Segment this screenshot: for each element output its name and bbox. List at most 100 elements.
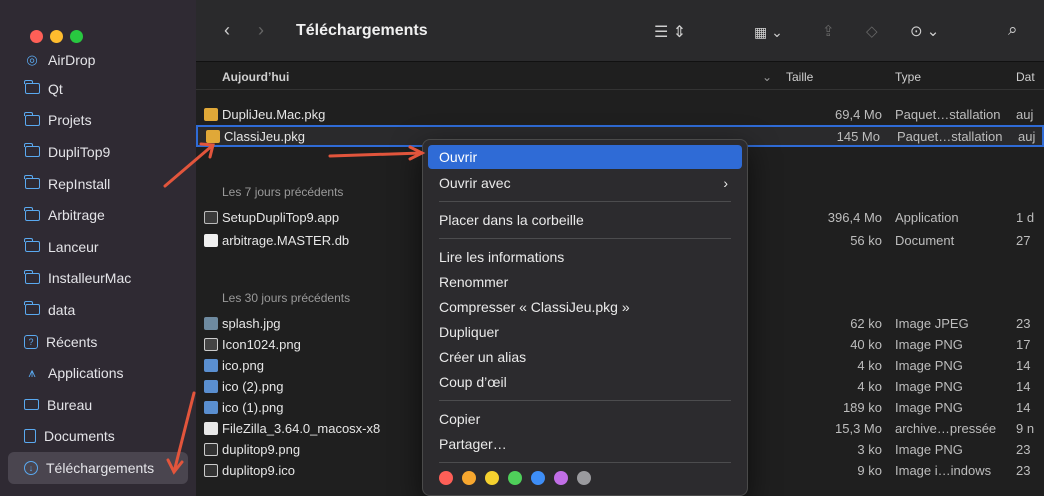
package-icon [204, 107, 218, 121]
folder-icon [24, 238, 40, 254]
file-size: 3 ko [857, 441, 882, 457]
menu-item-open-with[interactable]: Ouvrir avec › [428, 171, 742, 195]
sidebar-item-airdrop[interactable]: ◎ AirDrop [0, 47, 196, 73]
folder-icon [24, 301, 40, 317]
window-title: Téléchargements [296, 22, 428, 39]
menu-separator [439, 400, 731, 401]
menu-item-duplicate[interactable]: Dupliquer [428, 320, 742, 344]
file-name: duplitop9.ico [222, 462, 295, 478]
column-type[interactable]: Type [895, 70, 921, 84]
chevron-right-icon: › [723, 175, 728, 191]
tag-icon[interactable]: ◇ [866, 22, 878, 40]
menu-separator [439, 462, 731, 463]
menu-item-label: Coup d’œil [439, 374, 507, 390]
menu-item-alias[interactable]: Créer un alias [428, 345, 742, 369]
document-icon [204, 233, 218, 247]
tag-purple[interactable] [554, 471, 568, 485]
file-name: FileZilla_3.64.0_macosx-x8 [222, 420, 381, 436]
menu-item-label: Créer un alias [439, 349, 527, 365]
sidebar-item-installeurmac[interactable]: InstalleurMac [0, 263, 196, 295]
close-button[interactable] [30, 30, 43, 43]
menu-item-label: Renommer [439, 274, 509, 290]
file-name: splash.jpg [222, 315, 281, 331]
menu-item-info[interactable]: Lire les informations [428, 245, 742, 269]
desktop-icon [24, 399, 39, 411]
sidebar-item-arbitrage[interactable]: Arbitrage [0, 199, 196, 231]
menu-separator [439, 201, 731, 202]
file-size: 9 ko [857, 462, 882, 478]
file-size: 4 ko [857, 357, 882, 373]
file-type: Image PNG [895, 336, 963, 352]
folder-icon [24, 111, 40, 127]
tag-green[interactable] [508, 471, 522, 485]
window-controls [30, 30, 83, 43]
tag-yellow[interactable] [485, 471, 499, 485]
download-icon: ↓ [24, 460, 38, 475]
tag-gray[interactable] [577, 471, 591, 485]
file-date: 27 [1016, 232, 1031, 248]
sidebar-item-recents[interactable]: ? Récents [0, 326, 196, 358]
column-date[interactable]: Dat [1016, 70, 1035, 84]
context-menu: Ouvrir Ouvrir avec › Placer dans la corbe… [422, 139, 748, 496]
file-type: archive…pressée [895, 420, 997, 436]
sort-chevron-icon[interactable]: ⌄ [762, 70, 772, 84]
menu-item-share[interactable]: Partager… [428, 432, 742, 456]
file-size: 396,4 Mo [827, 209, 882, 225]
sidebar-item-telechargements[interactable]: ↓ Téléchargements [8, 452, 188, 484]
sidebar-item-data[interactable]: data [0, 294, 196, 326]
file-type: Paquet…stallation [895, 106, 1001, 122]
file-name: Icon1024.png [222, 336, 301, 352]
menu-item-rename[interactable]: Renommer [428, 270, 742, 294]
file-date: 9 n [1016, 420, 1035, 436]
sidebar-item-label: data [48, 301, 76, 318]
menu-item-label: Partager… [439, 436, 507, 452]
menu-item-compress[interactable]: Compresser « ClassiJeu.pkg » [428, 295, 742, 319]
zoom-button[interactable] [70, 30, 83, 43]
menu-item-trash[interactable]: Placer dans la corbeille [428, 208, 742, 232]
menu-item-label: Dupliquer [439, 324, 499, 340]
forward-chevron-icon[interactable]: › [258, 20, 264, 41]
tag-orange[interactable] [462, 471, 476, 485]
more-actions-icon[interactable]: ⊙ ⌄ [910, 22, 939, 40]
sidebar-item-lanceur[interactable]: Lanceur [0, 231, 196, 263]
column-size[interactable]: Taille [786, 70, 813, 84]
menu-separator [439, 238, 731, 239]
table-row[interactable]: DupliJeu.Mac.pkg 69,4 Mo Paquet…stallati… [196, 104, 1044, 124]
image-icon [204, 442, 218, 456]
sidebar-item-label: Applications [48, 365, 124, 382]
sidebar-item-qt[interactable]: Qt [0, 73, 196, 105]
file-name: SetupDupliTop9.app [222, 209, 340, 225]
file-name: ico.png [222, 357, 264, 373]
sidebar-item-projets[interactable]: Projets [0, 105, 196, 137]
search-icon[interactable]: ⌕ [1008, 20, 1018, 40]
back-chevron-icon[interactable]: ‹ [224, 20, 230, 41]
finder-window: ◎ AirDrop Qt Projets DupliTop9 RepInstal… [0, 0, 1044, 496]
column-name[interactable]: Aujourd’hui [222, 70, 289, 84]
menu-item-open[interactable]: Ouvrir [428, 145, 742, 169]
tag-blue[interactable] [531, 471, 545, 485]
app-icon [204, 210, 218, 224]
file-size: 62 ko [850, 315, 882, 331]
menu-item-quicklook[interactable]: Coup d’œil [428, 370, 742, 394]
minimize-button[interactable] [50, 30, 63, 43]
image-icon [204, 316, 218, 330]
list-view-icon[interactable]: ☰ ⇕ [654, 22, 686, 42]
sidebar-item-applications[interactable]: ⩚ Applications [0, 357, 196, 389]
file-type: Image PNG [895, 357, 963, 373]
share-icon[interactable]: ⇪ [822, 22, 835, 40]
sidebar-item-documents[interactable]: Documents [0, 421, 196, 453]
folder-icon [24, 143, 40, 159]
column-header: Aujourd’hui ⌄ Taille Type Dat [196, 62, 1044, 90]
sidebar-item-duplitop9[interactable]: DupliTop9 [0, 136, 196, 168]
file-type: Application [895, 209, 959, 225]
file-type: Image PNG [895, 378, 963, 394]
tag-red[interactable] [439, 471, 453, 485]
file-size: 4 ko [857, 378, 882, 394]
file-date: 14 [1016, 357, 1031, 373]
file-date: auj [1016, 106, 1034, 122]
menu-item-copy[interactable]: Copier [428, 407, 742, 431]
sidebar-item-repinstall[interactable]: RepInstall [0, 168, 196, 200]
group-icon[interactable]: ▦ ⌄ [754, 24, 783, 41]
airdrop-icon: ◎ [26, 52, 38, 67]
sidebar-item-bureau[interactable]: Bureau [0, 389, 196, 421]
